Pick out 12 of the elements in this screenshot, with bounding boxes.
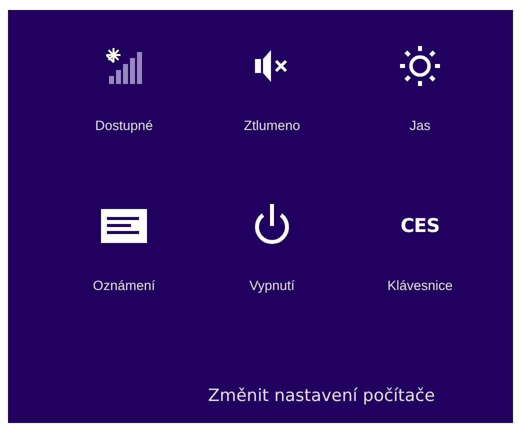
message-icon [101, 209, 147, 243]
quick-setting-button[interactable]: Vypnutí [212, 204, 332, 314]
quick-setting-button[interactable]: Dostupné [64, 44, 184, 154]
muted-speaker-icon [255, 50, 289, 82]
signal-icon [106, 48, 142, 84]
quick-setting-button[interactable]: Oznámení [64, 204, 184, 314]
quick-setting-button[interactable]: CES Klávesnice [360, 204, 480, 314]
change-pc-settings-link[interactable]: Změnit nastavení počítače [208, 386, 435, 406]
keyboard-layout-indicator: CES [400, 215, 440, 237]
quick-setting-button[interactable]: Ztlumeno [212, 44, 332, 154]
quick-setting-button[interactable]: Jas [360, 44, 480, 154]
sun-icon [400, 46, 440, 86]
